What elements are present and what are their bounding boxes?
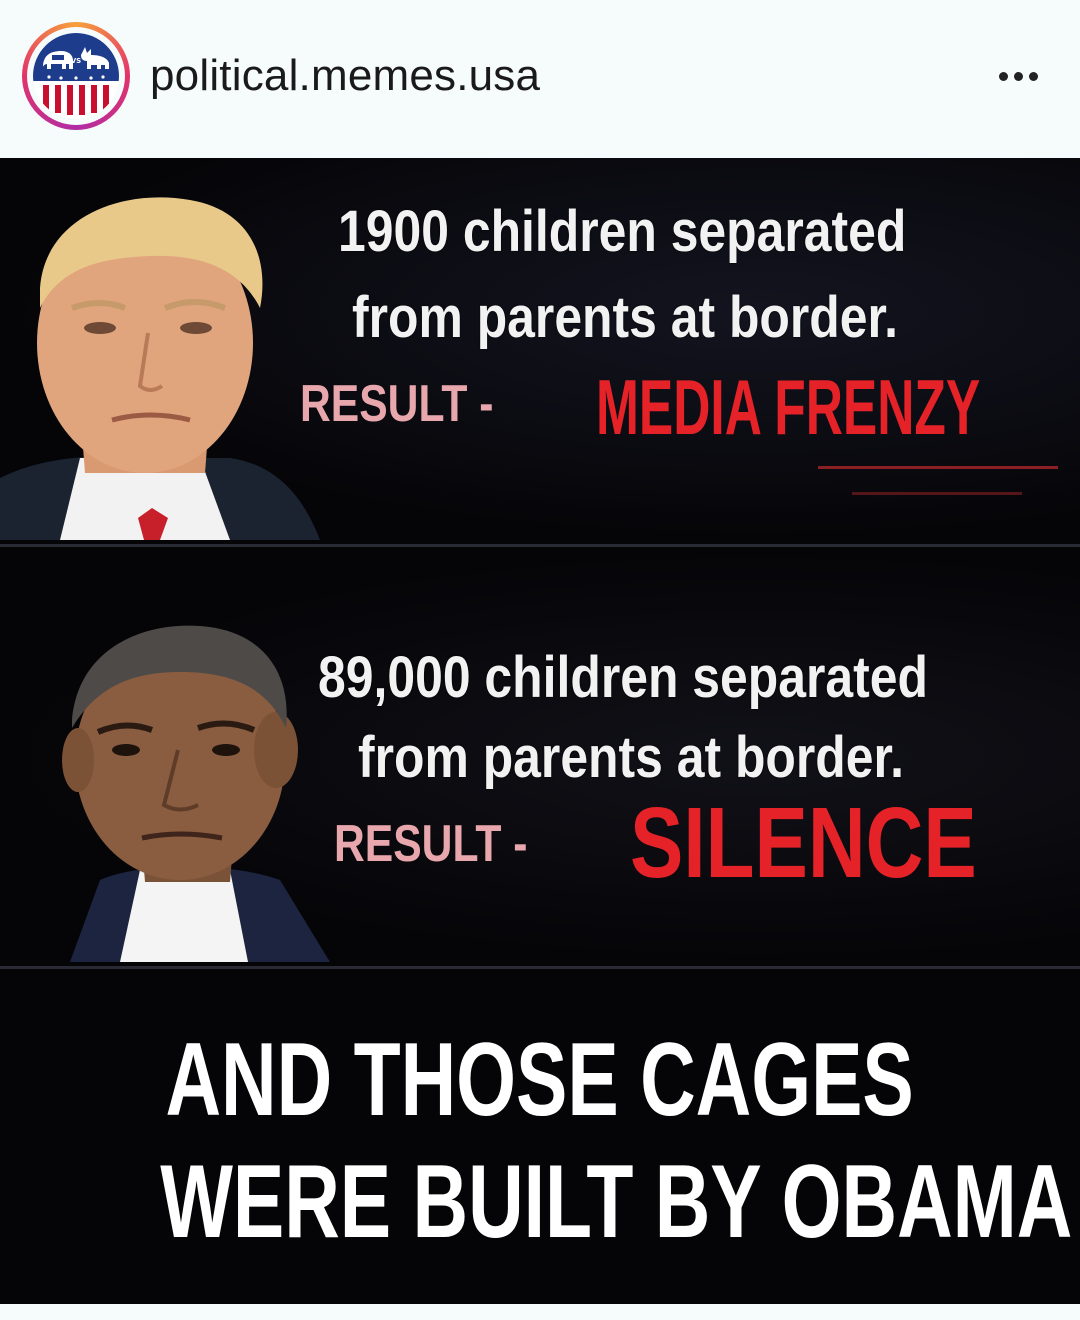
middle-result-value: SILENCE [630, 786, 977, 901]
panel-divider [0, 966, 1080, 969]
elephant-donkey-flag-logo-icon: VS [33, 33, 119, 119]
decorative-underline [852, 492, 1022, 495]
top-result-label: RESULT - [300, 374, 493, 434]
avatar-ring-gap: VS [27, 27, 125, 125]
bottom-caption-line-2: WERE BUILT BY OBAMA [0, 1146, 1080, 1258]
username[interactable]: political.memes.usa [150, 48, 540, 104]
portrait-top [0, 197, 320, 540]
middle-stat-line-2: from parents at border. [358, 725, 905, 790]
top-result-value: MEDIA FRENZY [596, 362, 980, 453]
middle-result-value-text: SILENCE [630, 787, 977, 899]
more-options-icon [1013, 71, 1023, 81]
middle-result-label-text: RESULT - [334, 815, 528, 873]
footer-strip [0, 1304, 1080, 1320]
post-image[interactable]: 1900 children separated from parents at … [0, 158, 1080, 1304]
top-result-label-text: RESULT - [300, 375, 494, 433]
svg-text:VS: VS [71, 57, 81, 65]
more-options-icon [1028, 71, 1038, 81]
middle-stat-line-1: 89,000 children separated [318, 645, 928, 710]
panel-divider [0, 544, 1080, 547]
top-stat-line-1: 1900 children separated [338, 199, 907, 264]
portrait-middle [62, 625, 330, 962]
avatar[interactable]: VS [22, 22, 130, 130]
middle-result-label: RESULT - [334, 814, 527, 874]
bottom-caption-line-1-text: AND THOSE CAGES [165, 1022, 915, 1138]
top-stat-line-2: from parents at border. [352, 285, 899, 350]
bottom-caption-line-2-text: WERE BUILT BY OBAMA [160, 1144, 1073, 1260]
top-result-value-text: MEDIA FRENZY [596, 363, 981, 451]
decorative-underline [818, 466, 1058, 469]
meme-panel-top: 1900 children separated from parents at … [0, 158, 1080, 540]
more-options-button[interactable] [988, 58, 1048, 94]
meme-panel-middle: 89,000 children separated from parents a… [0, 550, 1080, 962]
more-options-icon [998, 71, 1008, 81]
post-header: VS political.memes.usa [0, 0, 1080, 158]
bottom-caption-line-1: AND THOSE CAGES [0, 1024, 1080, 1136]
